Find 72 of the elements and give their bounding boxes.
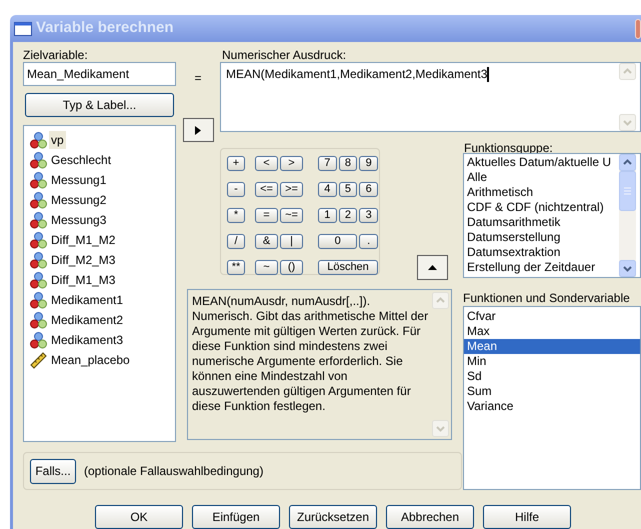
calculator-key[interactable]: ~ bbox=[255, 260, 278, 275]
calculator-key[interactable]: * bbox=[227, 208, 245, 223]
variable-item[interactable]: Mean_placebo bbox=[49, 351, 132, 369]
calculator-key[interactable]: | bbox=[280, 234, 303, 249]
variable-item[interactable]: Diff_M1_M2 bbox=[49, 231, 118, 249]
variable-item[interactable]: Messung3 bbox=[49, 211, 108, 229]
calculator-key[interactable]: > bbox=[280, 156, 303, 171]
function-item[interactable]: Sd bbox=[464, 369, 640, 384]
calculator-key[interactable]: + bbox=[227, 156, 245, 171]
function-group-item[interactable]: Datumsextraktion bbox=[467, 245, 619, 260]
calculator-key[interactable]: 1 bbox=[318, 208, 337, 223]
dialog-button[interactable]: Zurücksetzen bbox=[289, 505, 377, 529]
dialog-button[interactable]: Hilfe bbox=[483, 505, 571, 529]
variable-item[interactable]: Messung1 bbox=[49, 171, 108, 189]
equals-sign: = bbox=[193, 70, 202, 87]
calculator-key[interactable]: 8 bbox=[338, 156, 358, 171]
variable-item[interactable]: Diff_M2_M3 bbox=[49, 251, 118, 269]
target-label: Zielvariable: bbox=[23, 48, 89, 62]
type-label-button[interactable]: Typ & Label... bbox=[25, 93, 174, 117]
calculator-key[interactable]: 4 bbox=[318, 182, 337, 197]
calculator-key[interactable]: >= bbox=[280, 182, 303, 197]
condition-text: (optionale Fallauswahlbedingung) bbox=[84, 463, 264, 480]
dialog-button[interactable]: OK bbox=[95, 505, 183, 529]
calculator-key[interactable]: () bbox=[280, 260, 303, 275]
function-item[interactable]: Cfvar bbox=[464, 309, 640, 324]
function-description: MEAN(numAusdr, numAusdr[,..]). Numerisch. Gibt das arithmetische Mittel der Argumente mit gültigen Werten zurück. Für diese Funktion sind mindestens zwei numerische Argumente erforderlich. Sie können eine Mindestzahl von auszuwertenden gültigen Argumenten für diese Funktion festlegen. bbox=[191, 293, 430, 415]
expression-label: Numerischer Ausdruck: bbox=[222, 48, 348, 62]
variable-item[interactable]: Medikament3 bbox=[49, 331, 126, 349]
expression-text: MEAN(Medikament1,Medikament2,Medikament3 bbox=[226, 67, 488, 81]
variable-item[interactable]: Geschlecht bbox=[49, 151, 114, 169]
calculator-key[interactable]: 2 bbox=[338, 208, 358, 223]
function-group-item[interactable]: CDF & CDF (nichtzentral) bbox=[467, 200, 619, 215]
dialog-button[interactable]: Einfügen bbox=[192, 505, 280, 529]
calculator-key[interactable]: - bbox=[227, 182, 245, 197]
calculator-key[interactable]: ** bbox=[227, 260, 245, 275]
target-field[interactable]: Mean_Medikament bbox=[23, 62, 176, 86]
function-group-label: Funktionsguppe: bbox=[464, 142, 554, 153]
functions-label: Funktionen und Sondervariable bbox=[463, 291, 631, 305]
calculator-key[interactable]: 9 bbox=[359, 156, 378, 171]
function-group-item[interactable]: Alle bbox=[467, 170, 619, 185]
calculator-key[interactable]: <= bbox=[255, 182, 278, 197]
variable-item[interactable]: Medikament2 bbox=[49, 311, 126, 329]
function-item[interactable]: Mean bbox=[464, 339, 640, 354]
function-item[interactable]: Variance bbox=[464, 399, 640, 414]
calculator-key[interactable]: / bbox=[227, 234, 245, 249]
calculator-key[interactable]: 5 bbox=[338, 182, 358, 197]
function-group-item[interactable]: Datumserstellung bbox=[467, 230, 619, 245]
calculator-key[interactable]: . bbox=[359, 234, 378, 249]
function-item[interactable]: Max bbox=[464, 324, 640, 339]
if-button[interactable]: Falls... bbox=[30, 458, 76, 484]
calculator-key[interactable]: 7 bbox=[318, 156, 337, 171]
dialog-button[interactable]: Abbrechen bbox=[386, 505, 474, 529]
function-item[interactable]: Sum bbox=[464, 384, 640, 399]
variable-item[interactable]: Diff_M1_M3 bbox=[49, 271, 118, 289]
function-group-item[interactable]: Arithmetisch bbox=[467, 185, 619, 200]
variable-item[interactable]: Medikament1 bbox=[49, 291, 126, 309]
calculator-key[interactable]: & bbox=[255, 234, 278, 249]
function-item[interactable]: Min bbox=[464, 354, 640, 369]
calculator-key[interactable]: Löschen bbox=[318, 260, 378, 275]
window-title: Variable berechnen bbox=[36, 18, 174, 38]
calculator-key[interactable]: < bbox=[255, 156, 278, 171]
calculator-key[interactable]: 6 bbox=[359, 182, 378, 197]
calculator-key[interactable]: ~= bbox=[280, 208, 303, 223]
variable-item[interactable]: Messung2 bbox=[49, 191, 108, 209]
calculator-key[interactable]: 3 bbox=[359, 208, 378, 223]
variable-item[interactable]: vp bbox=[49, 131, 66, 149]
calculator-key[interactable]: = bbox=[255, 208, 278, 223]
calculator-key[interactable]: 0 bbox=[318, 234, 358, 249]
expression-field[interactable]: MEAN(Medikament1,Medikament2,Medikament3 bbox=[220, 62, 641, 132]
function-group-item[interactable]: Erstellung der Zeitdauer bbox=[467, 260, 619, 275]
function-group-item[interactable]: Datumsarithmetik bbox=[467, 215, 619, 230]
function-group-item[interactable]: Aktuelles Datum/aktuelle U bbox=[467, 155, 619, 170]
